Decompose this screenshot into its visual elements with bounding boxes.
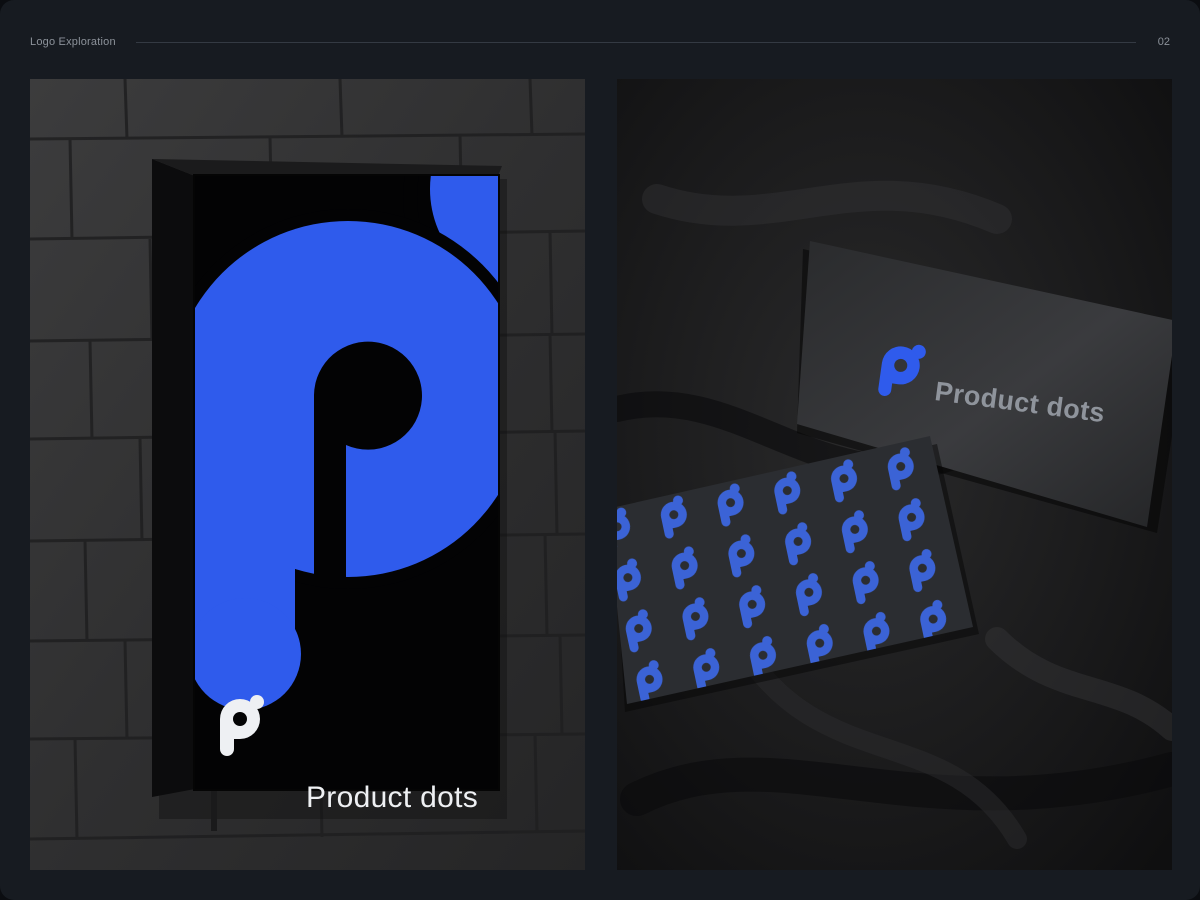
logo-p-stem-end bbox=[195, 598, 301, 710]
sign-side bbox=[152, 159, 195, 797]
sign-mockup-image bbox=[30, 79, 585, 870]
logo-p-counter-stem bbox=[314, 395, 346, 585]
cards-mockup-image bbox=[617, 79, 1172, 870]
sign-brand-wordmark: Product dots bbox=[306, 781, 479, 814]
business-cards-mockup: Product dots bbox=[617, 79, 1172, 870]
header-divider bbox=[135, 41, 1136, 43]
lightbox-sign-mockup: Product dots bbox=[30, 79, 585, 870]
section-title: Logo Exploration bbox=[30, 36, 116, 48]
presentation-slide: Logo Exploration 02 Product dots Product… bbox=[0, 0, 1200, 900]
sign-mount-bracket bbox=[211, 791, 217, 831]
page-number: 02 bbox=[1157, 36, 1170, 48]
slide-header: Logo Exploration 02 bbox=[30, 30, 1170, 54]
